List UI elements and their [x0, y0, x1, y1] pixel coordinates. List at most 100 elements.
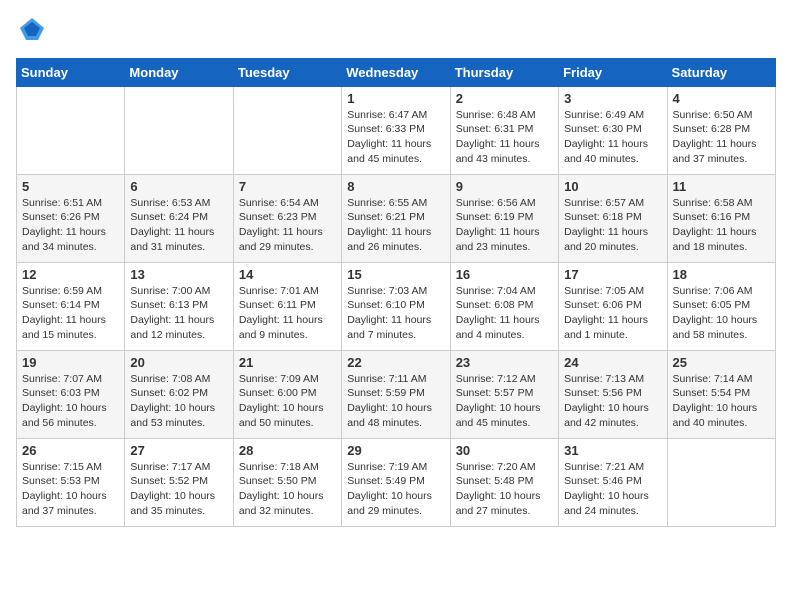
calendar-day-cell: 10Sunrise: 6:57 AM Sunset: 6:18 PM Dayli…	[559, 174, 667, 262]
calendar-day-cell: 27 Sunrise: 7:17 AM Sunset: 5:52 PM Dayli…	[125, 438, 233, 526]
logo-icon	[18, 14, 46, 42]
day-detail: Sunrise: 7:19 AM Sunset: 5:49 PM Dayligh…	[347, 460, 444, 519]
day-detail: Sunrise: 6:54 AM Sunset: 6:23 PM Dayligh…	[239, 196, 336, 255]
day-number: 12	[22, 267, 119, 282]
day-detail: Sunrise: 7:13 AM Sunset: 5:56 PM Dayligh…	[564, 372, 661, 431]
day-number: 28	[239, 443, 336, 458]
calendar-day-cell: 9 Sunrise: 6:56 AM Sunset: 6:19 PM Daylig…	[450, 174, 558, 262]
day-detail: Sunrise: 7:09 AM Sunset: 6:00 PM Dayligh…	[239, 372, 336, 431]
day-detail: Sunrise: 6:49 AM Sunset: 6:30 PM Dayligh…	[564, 108, 661, 167]
calendar-day-cell: 17 Sunrise: 7:05 AM Sunset: 6:06 PM Dayli…	[559, 262, 667, 350]
calendar-day-cell: 29 Sunrise: 7:19 AM Sunset: 5:49 PM Dayli…	[342, 438, 450, 526]
day-number: 10	[564, 179, 661, 194]
day-number: 17	[564, 267, 661, 282]
day-number: 5	[22, 179, 119, 194]
day-number: 20	[130, 355, 227, 370]
day-number: 1	[347, 91, 444, 106]
calendar-week-row: 26 Sunrise: 7:15 AM Sunset: 5:53 PM Dayli…	[17, 438, 776, 526]
day-number: 25	[673, 355, 770, 370]
calendar-day-cell: 19Sunrise: 7:07 AM Sunset: 6:03 PM Dayli…	[17, 350, 125, 438]
weekday-header-cell: Thursday	[450, 58, 558, 86]
day-number: 22	[347, 355, 444, 370]
calendar-week-row: 12 Sunrise: 6:59 AM Sunset: 6:14 PM Dayli…	[17, 262, 776, 350]
calendar-day-cell: 6 Sunrise: 6:53 AM Sunset: 6:24 PM Daylig…	[125, 174, 233, 262]
day-detail: Sunrise: 7:03 AM Sunset: 6:10 PM Dayligh…	[347, 284, 444, 343]
calendar-day-cell: 13Sunrise: 7:00 AM Sunset: 6:13 PM Dayli…	[125, 262, 233, 350]
calendar-day-cell	[125, 86, 233, 174]
calendar-day-cell: 21 Sunrise: 7:09 AM Sunset: 6:00 PM Dayli…	[233, 350, 341, 438]
weekday-header-cell: Monday	[125, 58, 233, 86]
day-number: 6	[130, 179, 227, 194]
day-detail: Sunrise: 7:06 AM Sunset: 6:05 PM Dayligh…	[673, 284, 770, 343]
calendar-day-cell: 28Sunrise: 7:18 AM Sunset: 5:50 PM Dayli…	[233, 438, 341, 526]
calendar-day-cell	[667, 438, 775, 526]
calendar-week-row: 1Sunrise: 6:47 AM Sunset: 6:33 PM Daylig…	[17, 86, 776, 174]
day-number: 26	[22, 443, 119, 458]
calendar-day-cell: 3 Sunrise: 6:49 AM Sunset: 6:30 PM Daylig…	[559, 86, 667, 174]
day-number: 23	[456, 355, 553, 370]
day-detail: Sunrise: 6:59 AM Sunset: 6:14 PM Dayligh…	[22, 284, 119, 343]
day-number: 18	[673, 267, 770, 282]
day-detail: Sunrise: 6:56 AM Sunset: 6:19 PM Dayligh…	[456, 196, 553, 255]
day-number: 3	[564, 91, 661, 106]
calendar-day-cell: 23 Sunrise: 7:12 AM Sunset: 5:57 PM Dayli…	[450, 350, 558, 438]
day-number: 9	[456, 179, 553, 194]
weekday-header-cell: Tuesday	[233, 58, 341, 86]
calendar-body: 1Sunrise: 6:47 AM Sunset: 6:33 PM Daylig…	[17, 86, 776, 526]
day-number: 31	[564, 443, 661, 458]
calendar-table: SundayMondayTuesdayWednesdayThursdayFrid…	[16, 58, 776, 527]
calendar-day-cell: 24 Sunrise: 7:13 AM Sunset: 5:56 PM Dayli…	[559, 350, 667, 438]
day-number: 2	[456, 91, 553, 106]
day-detail: Sunrise: 7:21 AM Sunset: 5:46 PM Dayligh…	[564, 460, 661, 519]
calendar-day-cell: 11Sunrise: 6:58 AM Sunset: 6:16 PM Dayli…	[667, 174, 775, 262]
day-number: 21	[239, 355, 336, 370]
calendar-day-cell: 20 Sunrise: 7:08 AM Sunset: 6:02 PM Dayli…	[125, 350, 233, 438]
day-detail: Sunrise: 7:08 AM Sunset: 6:02 PM Dayligh…	[130, 372, 227, 431]
calendar-day-cell: 25 Sunrise: 7:14 AM Sunset: 5:54 PM Dayli…	[667, 350, 775, 438]
calendar-day-cell: 12 Sunrise: 6:59 AM Sunset: 6:14 PM Dayli…	[17, 262, 125, 350]
day-number: 4	[673, 91, 770, 106]
calendar-day-cell: 1Sunrise: 6:47 AM Sunset: 6:33 PM Daylig…	[342, 86, 450, 174]
day-number: 29	[347, 443, 444, 458]
calendar-day-cell: 2 Sunrise: 6:48 AM Sunset: 6:31 PM Daylig…	[450, 86, 558, 174]
calendar-day-cell: 7 Sunrise: 6:54 AM Sunset: 6:23 PM Daylig…	[233, 174, 341, 262]
day-detail: Sunrise: 7:17 AM Sunset: 5:52 PM Dayligh…	[130, 460, 227, 519]
calendar-week-row: 5 Sunrise: 6:51 AM Sunset: 6:26 PM Daylig…	[17, 174, 776, 262]
weekday-header-cell: Friday	[559, 58, 667, 86]
day-number: 27	[130, 443, 227, 458]
calendar-day-cell: 4 Sunrise: 6:50 AM Sunset: 6:28 PM Daylig…	[667, 86, 775, 174]
day-detail: Sunrise: 7:12 AM Sunset: 5:57 PM Dayligh…	[456, 372, 553, 431]
day-detail: Sunrise: 6:50 AM Sunset: 6:28 PM Dayligh…	[673, 108, 770, 167]
weekday-header-cell: Saturday	[667, 58, 775, 86]
day-detail: Sunrise: 7:01 AM Sunset: 6:11 PM Dayligh…	[239, 284, 336, 343]
day-detail: Sunrise: 6:51 AM Sunset: 6:26 PM Dayligh…	[22, 196, 119, 255]
day-detail: Sunrise: 7:14 AM Sunset: 5:54 PM Dayligh…	[673, 372, 770, 431]
day-number: 7	[239, 179, 336, 194]
calendar-day-cell: 26 Sunrise: 7:15 AM Sunset: 5:53 PM Dayli…	[17, 438, 125, 526]
calendar-day-cell: 16 Sunrise: 7:04 AM Sunset: 6:08 PM Dayli…	[450, 262, 558, 350]
day-detail: Sunrise: 7:20 AM Sunset: 5:48 PM Dayligh…	[456, 460, 553, 519]
weekday-header-row: SundayMondayTuesdayWednesdayThursdayFrid…	[17, 58, 776, 86]
day-detail: Sunrise: 7:15 AM Sunset: 5:53 PM Dayligh…	[22, 460, 119, 519]
day-detail: Sunrise: 6:53 AM Sunset: 6:24 PM Dayligh…	[130, 196, 227, 255]
calendar-day-cell: 30 Sunrise: 7:20 AM Sunset: 5:48 PM Dayli…	[450, 438, 558, 526]
day-detail: Sunrise: 7:04 AM Sunset: 6:08 PM Dayligh…	[456, 284, 553, 343]
page-header	[16, 16, 776, 48]
day-detail: Sunrise: 6:48 AM Sunset: 6:31 PM Dayligh…	[456, 108, 553, 167]
day-detail: Sunrise: 7:05 AM Sunset: 6:06 PM Dayligh…	[564, 284, 661, 343]
day-number: 24	[564, 355, 661, 370]
calendar-day-cell: 31 Sunrise: 7:21 AM Sunset: 5:46 PM Dayli…	[559, 438, 667, 526]
weekday-header-cell: Wednesday	[342, 58, 450, 86]
day-detail: Sunrise: 6:58 AM Sunset: 6:16 PM Dayligh…	[673, 196, 770, 255]
day-number: 16	[456, 267, 553, 282]
calendar-day-cell	[17, 86, 125, 174]
weekday-header-cell: Sunday	[17, 58, 125, 86]
day-number: 30	[456, 443, 553, 458]
day-number: 15	[347, 267, 444, 282]
day-number: 14	[239, 267, 336, 282]
calendar-day-cell: 14 Sunrise: 7:01 AM Sunset: 6:11 PM Dayli…	[233, 262, 341, 350]
day-detail: Sunrise: 7:07 AM Sunset: 6:03 PM Dayligh…	[22, 372, 119, 431]
day-number: 8	[347, 179, 444, 194]
calendar-day-cell: 22Sunrise: 7:11 AM Sunset: 5:59 PM Dayli…	[342, 350, 450, 438]
calendar-day-cell: 15 Sunrise: 7:03 AM Sunset: 6:10 PM Dayli…	[342, 262, 450, 350]
